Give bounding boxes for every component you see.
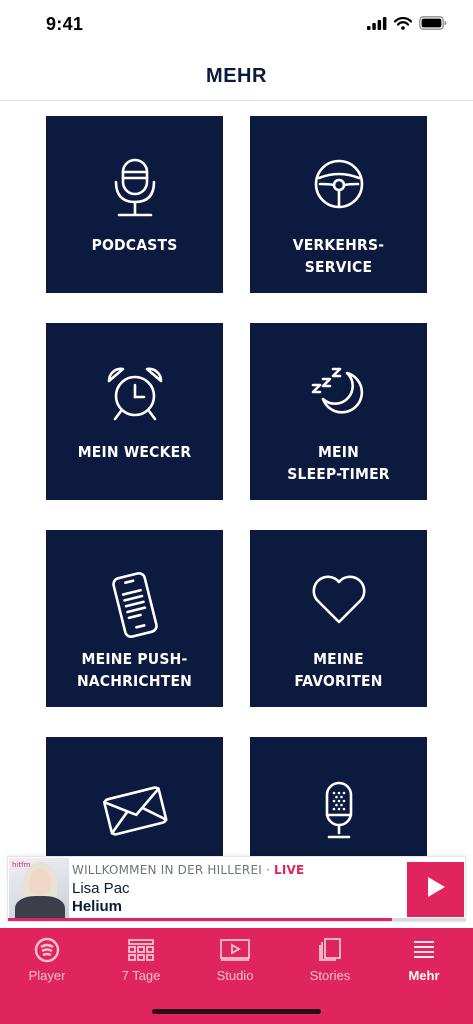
album-cover: hitfm (9, 858, 69, 920)
status-time: 9:41 (46, 14, 84, 34)
tab-stories[interactable]: Stories (290, 936, 370, 983)
tile-mein-wecker[interactable]: MEIN WECKER (46, 323, 223, 500)
tab-label: Mehr (408, 968, 440, 983)
track-title: Helium (72, 898, 123, 915)
video-play-icon (195, 936, 275, 964)
tile-label: MEINE PUSH- NACHRICHTEN (76, 650, 193, 690)
menu-lines-icon (384, 936, 464, 964)
heart-icon (250, 572, 427, 626)
tile-verkehrsservice[interactable]: VERKEHRS- SERVICE (250, 116, 427, 293)
tile-mein-sleep-timer[interactable]: MEIN SLEEP-TIMER (250, 323, 427, 500)
progress-track (8, 918, 465, 921)
progress-fill (8, 918, 392, 921)
envelope-icon (46, 781, 223, 839)
tab-label: Studio (216, 968, 254, 983)
tab-studio[interactable]: Studio (195, 936, 275, 983)
tile-label: MEINE FAVORITEN (294, 650, 383, 690)
play-button[interactable] (407, 862, 464, 917)
moon-sleep-icon (250, 365, 427, 417)
tab-label: 7 Tage (121, 968, 161, 983)
tile-meine-push-nachrichten[interactable]: MEINE PUSH- NACHRICHTEN (46, 530, 223, 707)
tab-label: Player (28, 968, 66, 983)
page-header: MEHR (0, 52, 473, 101)
live-badge: LIVE (274, 863, 305, 877)
station-logo-icon (7, 936, 87, 964)
tile-label: PODCASTS (91, 236, 178, 254)
tile-label: VERKEHRS- SERVICE (292, 236, 385, 276)
show-title: WILLKOMMEN IN DER HILLEREI (72, 863, 262, 877)
stacked-pages-icon (290, 936, 370, 964)
calendar-grid-icon (101, 936, 181, 964)
steering-wheel-icon (250, 158, 427, 210)
tab-label: Stories (309, 968, 351, 983)
status-bar: 9:41 (0, 0, 473, 52)
tab-mehr[interactable]: Mehr (384, 936, 464, 983)
home-indicator (152, 1009, 321, 1014)
status-icons (367, 16, 447, 35)
alarm-clock-icon (46, 365, 223, 423)
separator: · (266, 863, 271, 877)
artist-name: Lisa Pac (72, 880, 130, 897)
play-icon (425, 875, 447, 904)
now-playing-meta: WILLKOMMEN IN DER HILLEREI · LIVE Lisa P… (72, 863, 402, 915)
page-title: MEHR (206, 65, 267, 87)
tile-label: MEIN WECKER (77, 443, 192, 461)
show-line: WILLKOMMEN IN DER HILLEREI · LIVE (72, 863, 402, 877)
smartphone-icon (46, 572, 223, 638)
tab-player[interactable]: Player (7, 936, 87, 983)
tile-label: MEIN SLEEP-TIMER (287, 443, 390, 483)
wifi-icon (393, 16, 413, 35)
mini-player[interactable]: hitfm WILLKOMMEN IN DER HILLEREI · LIVE … (7, 856, 466, 922)
tile-meine-favoriten[interactable]: MEINE FAVORITEN (250, 530, 427, 707)
microphone-icon (46, 158, 223, 218)
tab-7-tage[interactable]: 7 Tage (101, 936, 181, 983)
studio-microphone-icon (250, 781, 427, 841)
cover-brand: hitfm (12, 861, 31, 869)
tile-podcasts[interactable]: PODCASTS (46, 116, 223, 293)
signal-icon (367, 16, 387, 35)
battery-icon (419, 16, 447, 35)
